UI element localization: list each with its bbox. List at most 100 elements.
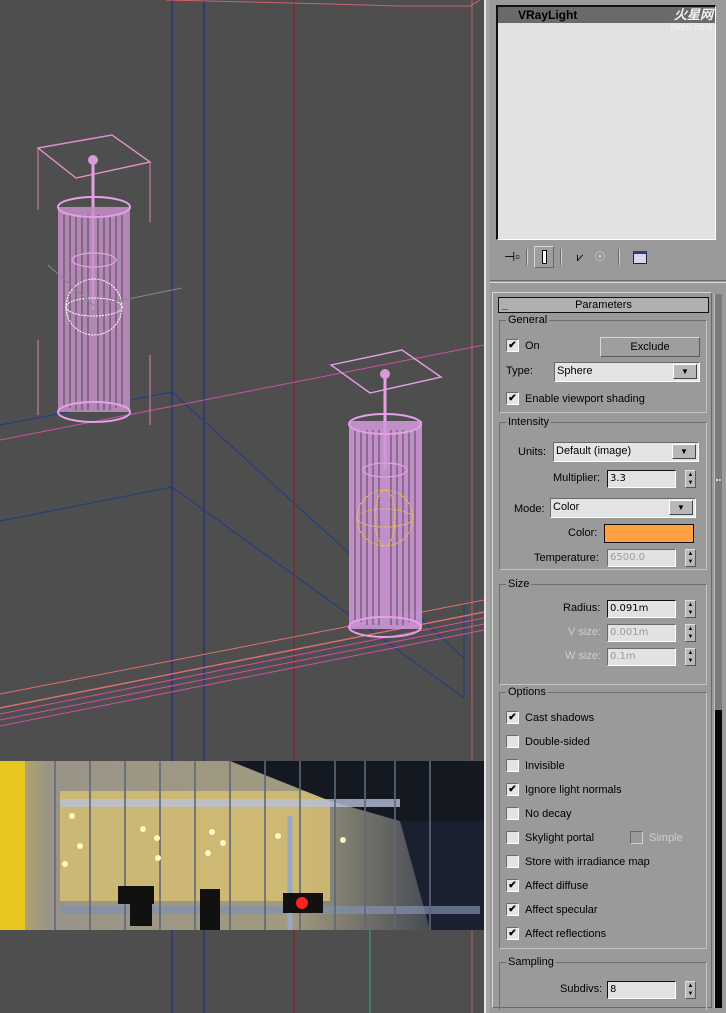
viewport-3d[interactable] (0, 0, 484, 1013)
subdivs-spinner[interactable]: ▲ ▼ (685, 981, 696, 999)
on-label: On (525, 339, 540, 352)
invisible-checkbox[interactable]: Invisible (506, 759, 565, 772)
double-sided-label: Double-sided (525, 735, 590, 748)
remove-modifier-button[interactable]: ☉ (590, 246, 610, 268)
temperature-label: Temperature: (534, 552, 599, 564)
no-decay-check-box[interactable] (506, 807, 519, 820)
rollout-title: Parameters (575, 299, 632, 311)
double-sided-checkbox[interactable]: Double-sided (506, 735, 590, 748)
ignore-light-normals-label: Ignore light normals (525, 783, 622, 796)
collapse-icon: _ (502, 299, 509, 311)
toolbar-separator (526, 249, 528, 265)
cast-shadows-checkbox[interactable]: ✔ Cast shadows (506, 711, 594, 724)
options-group-label: Options (506, 685, 548, 699)
type-value: Sphere (557, 365, 593, 377)
radius-spinner[interactable]: ▲ ▼ (685, 600, 696, 618)
units-label: Units: (518, 446, 547, 458)
color-swatch[interactable] (604, 524, 694, 543)
command-panel: VRayLight 火星网 hxsd.com ⊣▫ ⩗ ☉ _ Paramete… (490, 0, 726, 1013)
type-label: Type: (506, 365, 533, 377)
multiplier-field[interactable]: 3.3 (607, 470, 676, 488)
make-unique-icon: ⩗ (576, 249, 584, 264)
radius-label: Radius: (563, 602, 601, 614)
panel-separator (490, 280, 726, 283)
invisible-check-box[interactable] (506, 759, 519, 772)
double-sided-check-box[interactable] (506, 735, 519, 748)
configure-modifier-sets-button[interactable] (630, 246, 650, 268)
exclude-button[interactable]: Exclude (600, 337, 700, 357)
show-end-result-icon (541, 250, 547, 264)
show-end-result-button[interactable] (534, 246, 554, 268)
on-check-box[interactable]: ✔ (506, 339, 519, 352)
temperature-field[interactable]: 6500.0 (607, 549, 676, 567)
intensity-group: Intensity Units: Default (image) ▼ Multi… (499, 415, 707, 570)
no-decay-checkbox[interactable]: No decay (506, 807, 571, 820)
mode-label: Mode: (514, 503, 545, 515)
ignore-light-normals-check-box[interactable]: ✔ (506, 783, 519, 796)
simple-label: Simple (649, 831, 683, 844)
pendant-lamp-right[interactable] (329, 349, 443, 638)
multiplier-label: Multiplier: (553, 472, 601, 484)
sampling-group: Sampling Subdivs: 8 ▲ ▼ (499, 955, 707, 1010)
store-irradiance-label: Store with irradiance map (525, 855, 650, 868)
v-size-field[interactable]: 0.001m (607, 624, 676, 642)
modifier-stack-toolbar: ⊣▫ ⩗ ☉ (498, 246, 718, 268)
chevron-down-icon: ▼ (672, 444, 696, 459)
w-size-label: W size: (565, 650, 602, 662)
w-size-spinner[interactable]: ▲ ▼ (685, 648, 696, 666)
units-dropdown[interactable]: Default (image) ▼ (553, 442, 699, 462)
ignore-light-normals-checkbox[interactable]: ✔ Ignore light normals (506, 783, 622, 796)
remove-modifier-icon: ☉ (594, 249, 606, 264)
pin-stack-icon: ⊣▫ (504, 249, 520, 264)
configure-modifier-sets-icon (633, 250, 647, 264)
color-label: Color: (568, 527, 598, 539)
panel-scrollbar[interactable] (714, 294, 722, 1008)
skylight-portal-checkbox[interactable]: Skylight portal (506, 831, 594, 844)
affect-diffuse-checkbox[interactable]: ✔ Affect diffuse (506, 879, 588, 892)
enable-viewport-shading-checkbox[interactable]: ✔ Enable viewport shading (506, 392, 645, 405)
scrollbar-track[interactable] (715, 710, 722, 1008)
temperature-spinner[interactable]: ▲ ▼ (685, 549, 696, 567)
chevron-down-icon: ▼ (673, 364, 697, 379)
affect-specular-check-box[interactable]: ✔ (506, 903, 519, 916)
store-irradiance-check-box[interactable] (506, 855, 519, 868)
modifier-stack-list[interactable]: VRayLight 火星网 hxsd.com (496, 5, 716, 240)
scrollbar-thumb[interactable] (715, 294, 722, 710)
intensity-group-label: Intensity (506, 415, 551, 429)
pin-stack-button[interactable]: ⊣▫ (502, 246, 522, 268)
multiplier-spinner[interactable]: ▲ ▼ (685, 470, 696, 488)
parameters-rollout-header[interactable]: _ Parameters (498, 297, 709, 313)
on-checkbox[interactable]: ✔ On (506, 339, 540, 352)
watermark-sub: hxsd.com (670, 22, 713, 32)
reference-photo (0, 761, 484, 930)
affect-diffuse-label: Affect diffuse (525, 879, 589, 892)
w-size-field[interactable]: 0.1m (607, 648, 676, 666)
toolbar-separator (618, 249, 620, 265)
skylight-portal-label: Skylight portal (525, 831, 595, 844)
v-size-spinner[interactable]: ▲ ▼ (685, 624, 696, 642)
store-with-irradiance-map-checkbox[interactable]: Store with irradiance map (506, 855, 650, 868)
size-group: Size Radius: 0.091m ▲ ▼ V size: 0.001m ▲ ▼… (499, 577, 707, 685)
affect-diffuse-check-box[interactable]: ✔ (506, 879, 519, 892)
skylight-portal-check-box[interactable] (506, 831, 519, 844)
size-group-label: Size (506, 577, 532, 591)
mode-dropdown[interactable]: Color ▼ (550, 498, 696, 518)
simple-checkbox[interactable]: Simple (630, 831, 683, 844)
affect-reflections-label: Affect reflections (525, 927, 607, 940)
make-unique-button[interactable]: ⩗ (570, 246, 590, 268)
affect-reflections-check-box[interactable]: ✔ (506, 927, 519, 940)
sampling-group-label: Sampling (506, 955, 556, 969)
general-group: General ✔ On Exclude Type: Sphere ▼ ✔ En… (499, 313, 707, 413)
affect-specular-label: Affect specular (525, 903, 598, 916)
affect-reflections-checkbox[interactable]: ✔ Affect reflections (506, 927, 606, 940)
simple-check-box[interactable] (630, 831, 643, 844)
affect-specular-checkbox[interactable]: ✔ Affect specular (506, 903, 598, 916)
general-group-label: General (506, 313, 550, 327)
radius-field[interactable]: 0.091m (607, 600, 676, 618)
pendant-lamp-left[interactable] (36, 134, 183, 425)
type-dropdown[interactable]: Sphere ▼ (554, 362, 700, 382)
invisible-label: Invisible (525, 759, 565, 772)
cast-shadows-check-box[interactable]: ✔ (506, 711, 519, 724)
subdivs-field[interactable]: 8 (607, 981, 676, 999)
viewport-shading-check-box[interactable]: ✔ (506, 392, 519, 405)
